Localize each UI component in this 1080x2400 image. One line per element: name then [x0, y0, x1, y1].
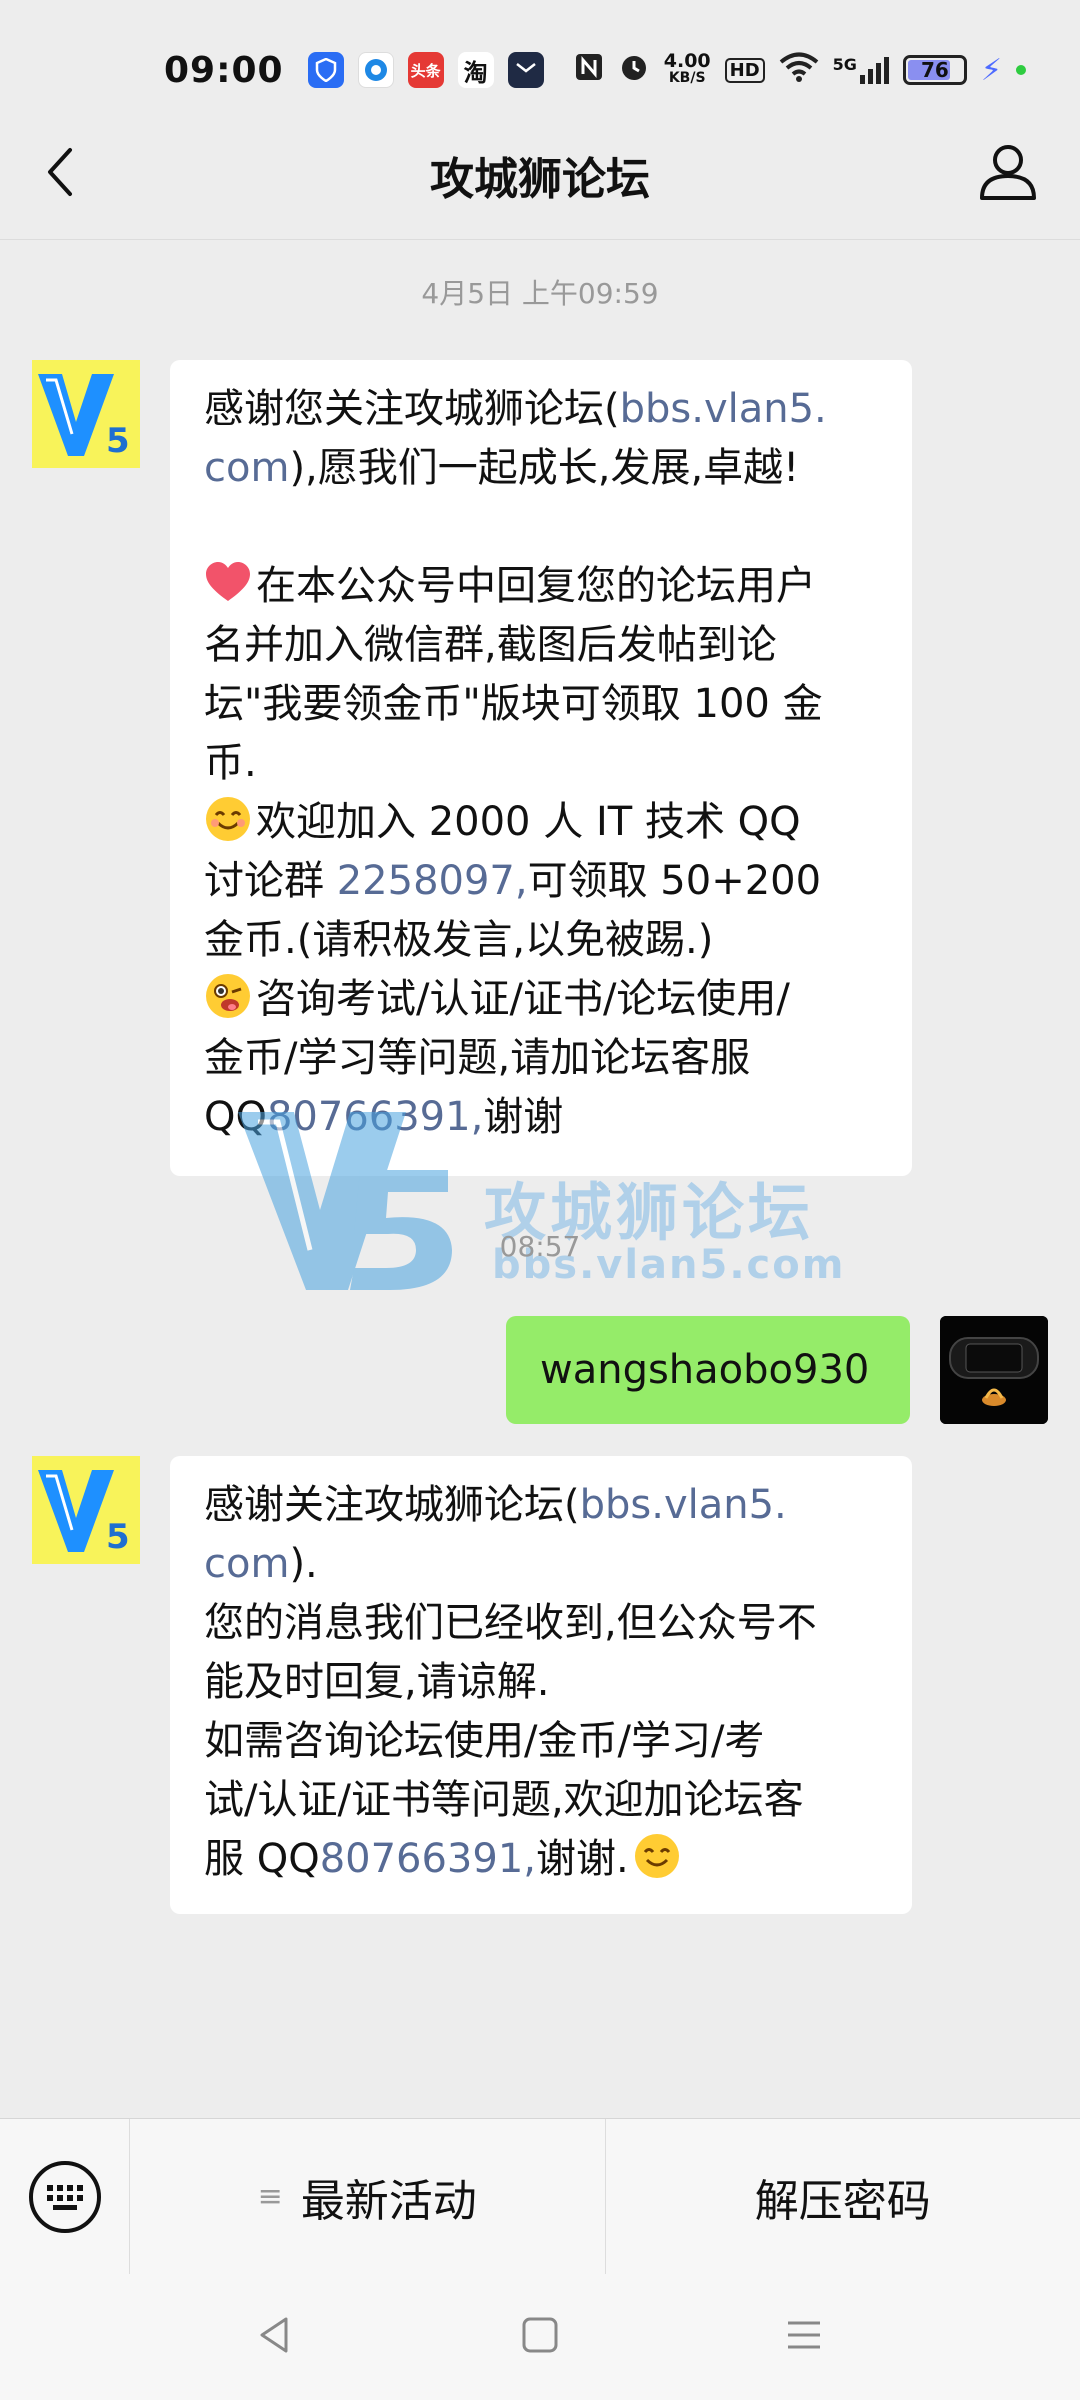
- chat-timestamp: 08:57: [499, 1230, 581, 1263]
- nav-back-button[interactable]: [254, 2313, 298, 2361]
- message-bubble-outgoing[interactable]: wangshaobo930: [506, 1316, 910, 1424]
- message-text: wangshaobo930: [540, 1347, 870, 1393]
- heart-emoji-icon: [204, 559, 252, 607]
- nav-menu-button[interactable]: [782, 2313, 826, 2361]
- official-account-avatar[interactable]: 5: [32, 1456, 140, 1564]
- menu-latest-activities[interactable]: ≡ 最新活动: [130, 2119, 605, 2275]
- message-line: com),愿我们一起成长,发展,卓越!: [204, 439, 878, 498]
- battery-indicator: 76: [902, 55, 967, 85]
- nfc-icon: [574, 52, 604, 88]
- message-text: 感谢您关注攻城狮论坛(: [204, 386, 620, 432]
- wink-emoji-icon: [204, 972, 252, 1020]
- triangle-back-icon: [260, 2317, 288, 2353]
- message-link[interactable]: com: [204, 445, 289, 491]
- message-line: 感谢您关注攻城狮论坛(bbs.vlan5.: [204, 380, 878, 439]
- v5-logo-icon: 5: [32, 1456, 140, 1564]
- message-text: 金币/学习等问题,请加论坛客服: [204, 1035, 751, 1081]
- network-type: 5G: [832, 55, 857, 74]
- person-icon: [980, 145, 1036, 200]
- message-text: 谢谢.: [536, 1836, 629, 1882]
- message-link[interactable]: 2258097,: [337, 858, 528, 904]
- menu-label: 最新活动: [300, 2175, 477, 2227]
- message-line: 在本公众号中回复您的论坛用户: [204, 557, 878, 616]
- v5-logo-icon: 5: [32, 360, 140, 468]
- keyboard-toggle-button[interactable]: [0, 2118, 130, 2275]
- chat-title: 攻城狮论坛: [430, 153, 650, 205]
- chat-timestamp: 4月5日 上午09:59: [421, 277, 659, 310]
- smile-emoji-icon: [633, 1832, 681, 1880]
- mail-app-icon: [507, 52, 544, 88]
- menu-lines-icon: [788, 2321, 820, 2349]
- message-text: 可领取 50+200: [527, 858, 822, 904]
- message-text: 试/认证/证书等问题,欢迎加论坛客: [204, 1777, 804, 1823]
- status-indicators: 4.00 KB/S HD 5G 76 ⚡: [574, 51, 1026, 89]
- chat-header: 攻城狮论坛: [0, 110, 1080, 240]
- chevron-left-icon: [48, 148, 72, 196]
- shield-app-icon: [307, 52, 344, 88]
- message-text: ),愿我们一起成长,发展,卓越!: [289, 445, 800, 491]
- forum-watermark: 攻城狮论坛 bbs.vlan5.com: [230, 1100, 870, 1300]
- alarm-icon: [618, 51, 650, 89]
- battery-level: 76: [921, 58, 949, 82]
- nav-home-button[interactable]: [518, 2313, 562, 2361]
- net-speed: 4.00 KB/S: [663, 50, 711, 87]
- message-text: 如需咨询论坛使用/金币/学习/考: [204, 1718, 765, 1764]
- signal-bars-icon: [859, 57, 889, 84]
- message-text: 讨论群: [204, 858, 337, 904]
- device-photo-icon: [940, 1316, 1048, 1424]
- message-text: 咨询考试/认证/证书/论坛使用/: [256, 976, 790, 1022]
- message-link[interactable]: bbs.vlan5.: [620, 386, 827, 432]
- menu-unzip-password[interactable]: 解压密码: [604, 2118, 1080, 2275]
- profile-button[interactable]: [976, 140, 1040, 204]
- message-line: 欢迎加入 2000 人 IT 技术 QQ: [204, 793, 878, 852]
- square-home-icon: [522, 2317, 558, 2353]
- privacy-dot: [1016, 65, 1026, 75]
- svg-text:5: 5: [106, 421, 130, 461]
- menu-label: 解压密码: [754, 2175, 931, 2227]
- message-link[interactable]: 80766391,: [320, 1836, 536, 1882]
- message-text: 欢迎加入 2000 人 IT 技术 QQ: [256, 799, 801, 845]
- my-avatar[interactable]: [940, 1316, 1048, 1424]
- message-text: ).: [289, 1541, 318, 1587]
- message-line: 感谢关注攻城狮论坛(bbs.vlan5.: [204, 1476, 878, 1535]
- message-line: 讨论群 2258097,可领取 50+200: [204, 852, 878, 911]
- official-account-avatar[interactable]: 5: [32, 360, 140, 468]
- message-text: 您的消息我们已经收到,但公众号不: [204, 1600, 817, 1646]
- toutiao-app-icon: 头条: [407, 52, 444, 88]
- message-text: 服 QQ: [204, 1836, 320, 1882]
- hd-badge: HD: [724, 57, 765, 83]
- message-text: 坛"我要领金币"版块可领取 100 金: [204, 681, 823, 727]
- wifi-icon: [779, 51, 819, 89]
- message-link[interactable]: bbs.vlan5.: [580, 1482, 787, 1528]
- net-speed-value: 4.00: [663, 50, 711, 72]
- smile-emoji-icon: [204, 795, 252, 843]
- message-text: 感谢关注攻城狮论坛(: [204, 1482, 580, 1528]
- blue-circle-app-icon: [357, 52, 394, 88]
- message-line: 咨询考试/认证/证书/论坛使用/: [204, 970, 878, 1029]
- status-app-icons: 头条 淘: [307, 52, 544, 88]
- message-line: com).: [204, 1535, 878, 1594]
- taobao-app-icon: 淘: [457, 52, 494, 88]
- message-text: 在本公众号中回复您的论坛用户: [256, 563, 816, 609]
- message-link[interactable]: com: [204, 1541, 289, 1587]
- message-text: 名并加入微信群,截图后发帖到论: [204, 622, 777, 668]
- back-button[interactable]: [30, 140, 94, 204]
- message-line: 服 QQ80766391,谢谢.: [204, 1830, 878, 1889]
- charging-icon: ⚡: [980, 52, 1002, 88]
- submenu-icon: ≡: [257, 2179, 283, 2214]
- message-bubble-incoming[interactable]: 感谢您关注攻城狮论坛(bbs.vlan5. com),愿我们一起成长,发展,卓越…: [170, 360, 912, 1176]
- message-text: 金币.(请积极发言,以免被踢.): [204, 917, 714, 963]
- message-text: 能及时回复,请谅解.: [204, 1659, 550, 1705]
- message-text: 币.: [204, 740, 257, 786]
- account-menu-bar: ≡ 最新活动 解压密码: [0, 2118, 1080, 2275]
- net-speed-unit: KB/S: [668, 70, 706, 86]
- message-bubble-incoming[interactable]: 感谢关注攻城狮论坛(bbs.vlan5. com). 您的消息我们已经收到,但公…: [170, 1456, 912, 1914]
- status-time: 09:00: [164, 49, 284, 91]
- system-nav-bar: [0, 2274, 1080, 2400]
- svg-text:5: 5: [106, 1517, 130, 1557]
- keyboard-icon: [28, 2160, 101, 2233]
- signal-5g: 5G: [833, 55, 889, 85]
